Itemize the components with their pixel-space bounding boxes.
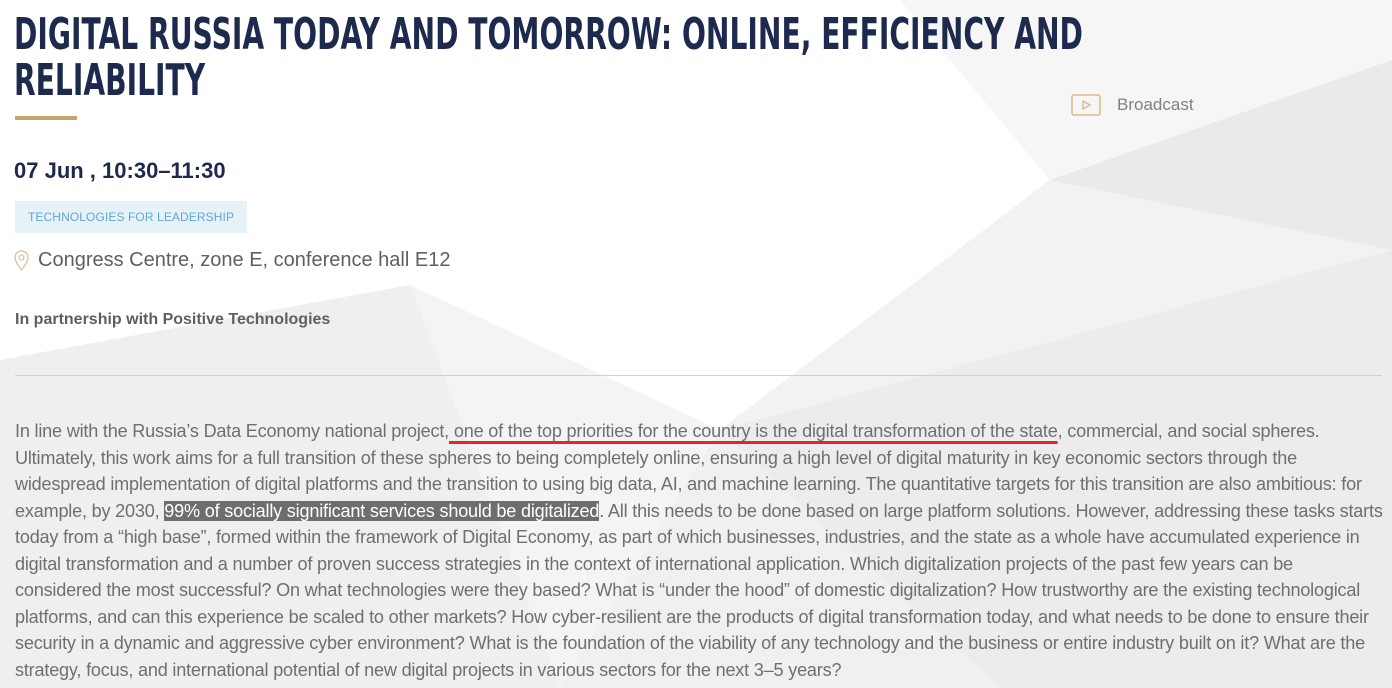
track-badge[interactable]: TECHNOLOGIES FOR LEADERSHIP (15, 201, 248, 233)
broadcast-link[interactable]: Broadcast (1071, 93, 1194, 117)
description-highlighted-text: 99% of socially significant services sho… (164, 500, 600, 521)
play-icon (1071, 94, 1101, 116)
description-text: In line with the Russia’s Data Economy n… (15, 421, 450, 441)
event-description: In line with the Russia’s Data Economy n… (15, 418, 1383, 683)
broadcast-label: Broadcast (1117, 95, 1194, 114)
partnership-note: In partnership with Positive Technologie… (15, 311, 331, 328)
title-underline-accent (15, 116, 77, 120)
location-text: Congress Centre, zone E, conference hall… (38, 249, 451, 271)
event-page: DIGITAL RUSSIA TODAY AND TOMORROW: ONLIN… (0, 0, 1392, 688)
event-title-line-2: RELIABILITY (14, 55, 206, 106)
description-underlined-text: one of the top priorities for the countr… (449, 421, 1058, 441)
description-text: . All this needs to be done based on lar… (15, 500, 1383, 680)
event-title: DIGITAL RUSSIA TODAY AND TOMORROW: ONLIN… (14, 9, 1083, 106)
event-title-line-1: DIGITAL RUSSIA TODAY AND TOMORROW: ONLIN… (14, 9, 1083, 60)
event-location: Congress Centre, zone E, conference hall… (14, 249, 450, 272)
section-divider (15, 375, 1382, 376)
pin-icon (14, 250, 29, 271)
event-datetime: 07 Jun , 10:30–11:30 (14, 158, 226, 183)
